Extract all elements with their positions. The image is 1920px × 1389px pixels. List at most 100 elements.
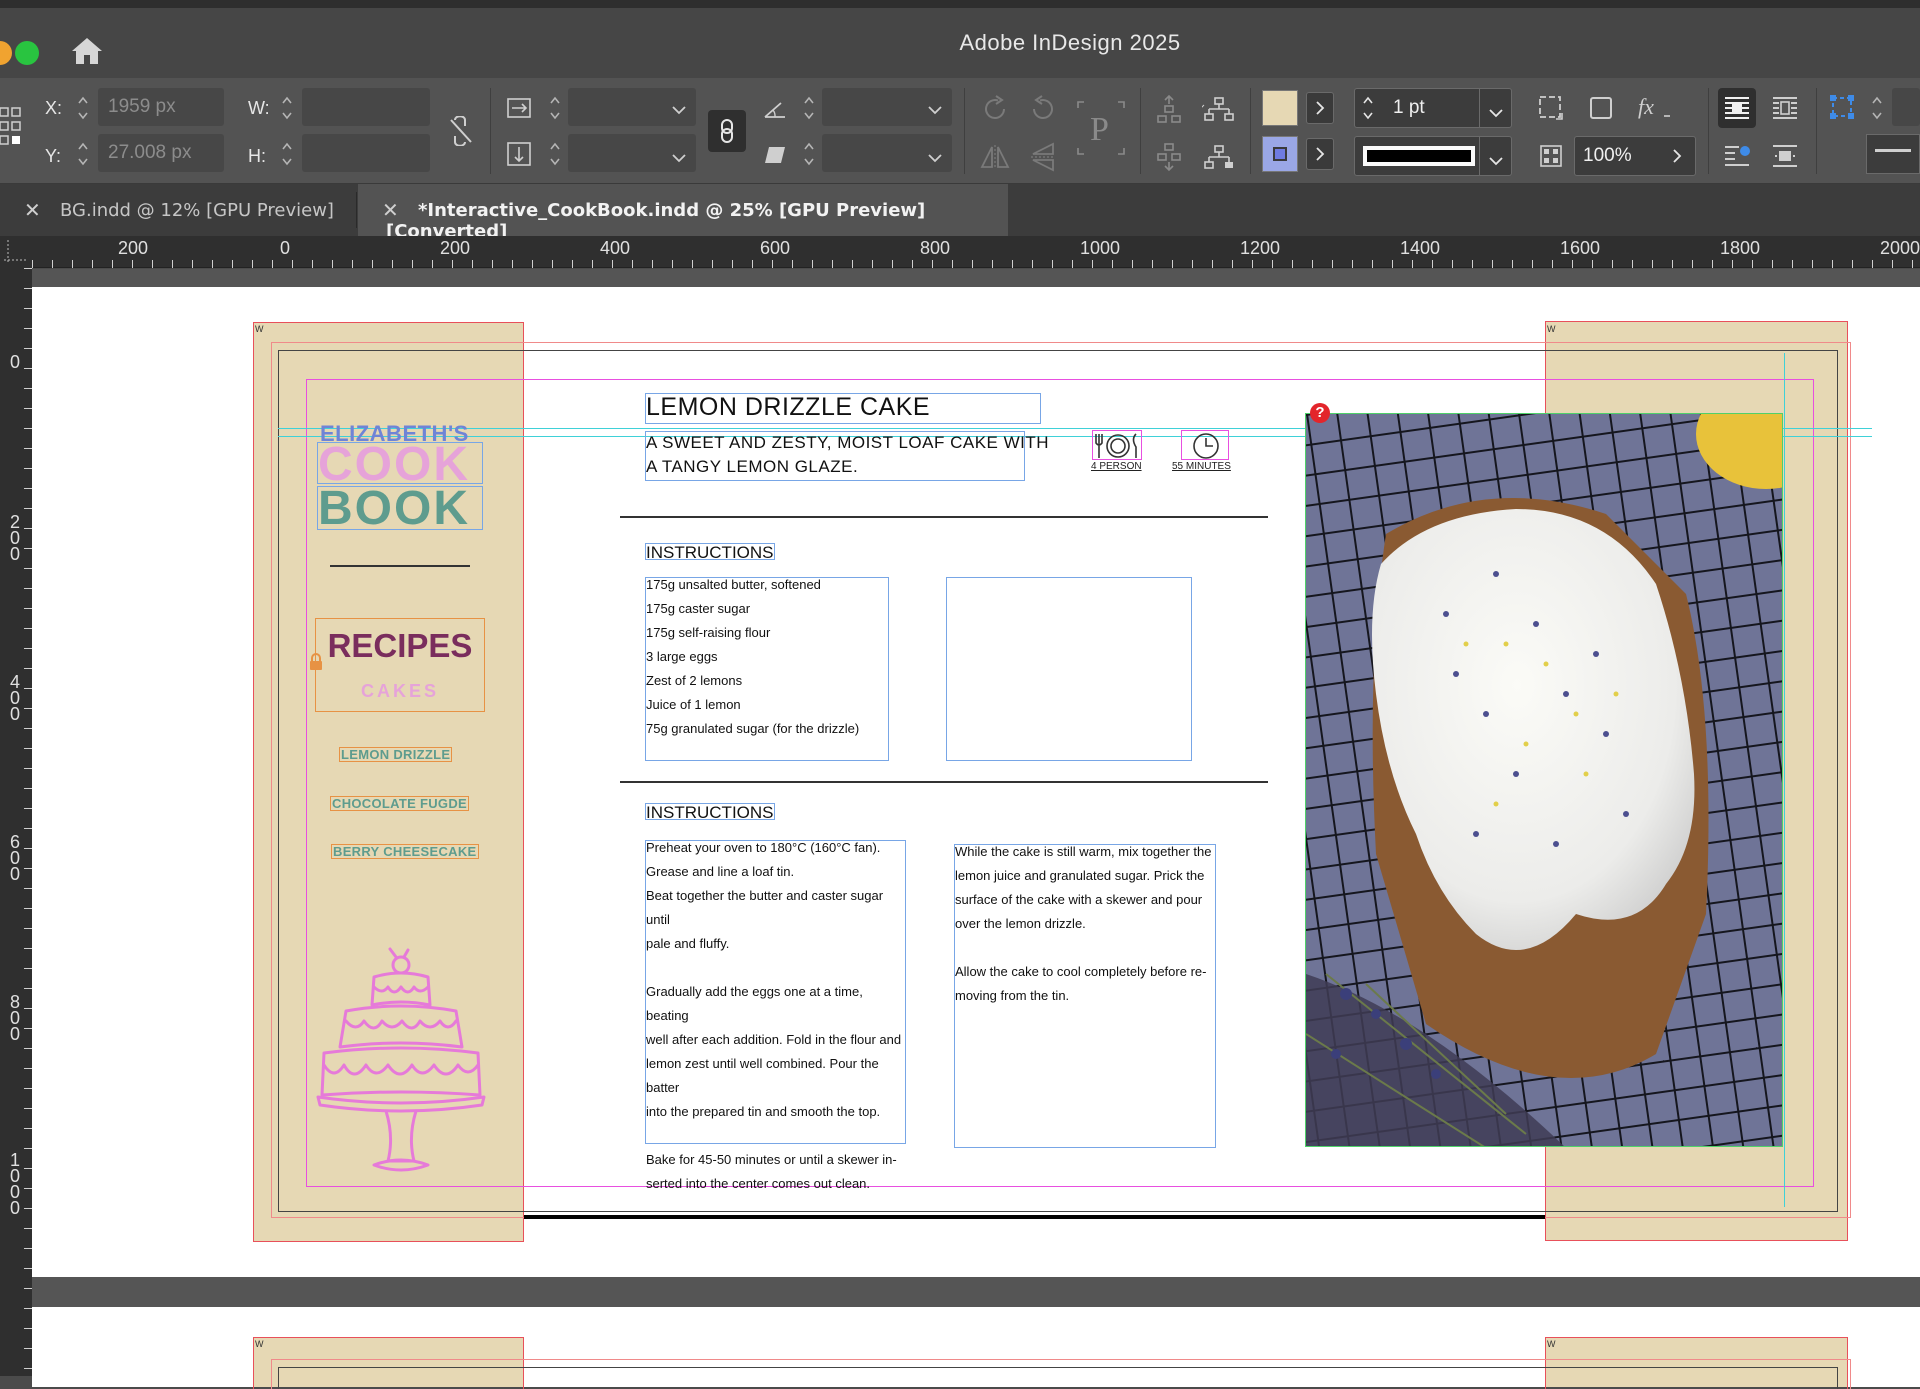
ingredient-item: 75g granulated sugar (for the drizzle) [646,721,860,736]
tab-interactive-cookbook[interactable]: ✕ *Interactive_CookBook.indd @ 25% [GPU … [358,184,1008,242]
shear-stepper[interactable] [800,136,818,172]
ruler-label: 600 [760,238,791,258]
chevron-down-icon[interactable] [1489,103,1503,122]
y-stepper[interactable] [74,136,92,172]
text-wrap-object-shape-icon[interactable] [1718,136,1756,176]
close-icon[interactable]: ✕ [382,198,399,222]
text-wrap-bounding-box-icon[interactable] [1766,88,1804,128]
method-line: surface of the cake with a skewer and po… [955,892,1203,907]
ruler-label: 2 0 0 [9,512,20,564]
stroke-menu-chevron-icon[interactable] [1306,138,1334,170]
ingredients-list: 175g unsalted butter, softened 175g cast… [646,573,886,741]
pasteboard[interactable]: W W ELIZABETH'S COOK BOOK RECIPES CAKES … [32,269,1920,1389]
category-label: CAKES [360,681,439,701]
text-wrap-jump-object-icon[interactable] [1766,136,1804,176]
rotate-clockwise-icon[interactable] [978,92,1012,126]
fill-menu-chevron-icon[interactable] [1306,92,1334,124]
select-previous-object-icon[interactable] [1200,92,1238,126]
document-spread[interactable]: W W ELIZABETH'S COOK BOOK RECIPES CAKES … [32,287,1920,1277]
height-field[interactable] [302,134,430,172]
minimize-window-button[interactable] [0,41,12,65]
w-stepper[interactable] [278,90,296,126]
shear-icon [760,142,790,168]
close-icon[interactable]: ✕ [24,198,41,222]
effects-fx-icon[interactable]: fx [1634,90,1678,126]
flip-horizontal-icon[interactable] [978,140,1012,174]
auto-fit-icon[interactable] [1826,90,1858,124]
gutter-field[interactable] [1892,88,1920,126]
ruler-label: 800 [920,238,951,258]
chevron-down-icon[interactable] [672,100,686,119]
brand-line3[interactable]: BOOK [317,485,483,533]
ruler-label: 400 [600,238,631,258]
method-line [646,956,906,980]
select-container-icon[interactable] [1152,92,1186,126]
scale-x-stepper[interactable] [546,90,564,126]
flip-vertical-icon[interactable] [1026,140,1060,174]
chevron-down-icon[interactable] [928,100,942,119]
tab-bg-indd[interactable]: ✕ BG.indd @ 12% [GPU Preview] [0,184,356,236]
rotation-stepper[interactable] [800,90,818,126]
x-stepper[interactable] [74,90,92,126]
opacity-menu-chevron-icon[interactable] [1662,138,1692,174]
home-icon[interactable] [70,36,104,66]
ruler-label: 1600 [1560,238,1601,258]
corner-options-icon[interactable] [1534,90,1568,126]
document-tabs: ✕ BG.indd @ 12% [GPU Preview] ✕ *Interac… [0,184,1920,242]
reference-point-icon[interactable] [0,106,24,152]
h-stepper[interactable] [278,136,296,172]
vertical-ruler[interactable]: 0 2 0 0 4 0 0 6 0 0 8 0 0 1 0 0 0 [0,268,32,1376]
section-rule [620,781,1268,783]
y-position-field[interactable]: 27.008 px [98,134,224,172]
scale-x-icon [505,94,533,122]
fill-swatch[interactable] [1262,90,1298,126]
cake-illustration[interactable] [316,947,486,1173]
frame-icon[interactable] [1584,90,1618,126]
recipe-title[interactable]: LEMON DRIZZLE CAKE [646,393,930,422]
width-field[interactable] [302,88,430,126]
missing-link-warning-icon[interactable]: ? [1310,403,1330,423]
method-line: While the cake is still warm, mix togeth… [955,844,1212,859]
constrain-scale-link-icon[interactable] [708,110,746,152]
rotate-counterclockwise-icon[interactable] [1026,92,1060,126]
x-label: X: [45,98,63,118]
ruler-label: 200 [440,238,471,258]
select-content-icon[interactable] [1152,140,1186,174]
stroke-swatch[interactable] [1262,136,1298,172]
method-heading[interactable]: INSTRUCTIONS [645,803,775,821]
ruler-origin[interactable] [0,236,32,268]
cake-photo[interactable] [1305,413,1783,1147]
method-line: lemon zest until well combined. Pour the… [646,1056,879,1095]
ingredient-item: 175g self-raising flour [646,625,771,640]
method-line: into the prepared tin and smooth the top… [646,1104,881,1119]
title-bar: Adobe InDesign 2025 [0,0,1920,78]
horizontal-ruler[interactable]: 200 0 200 400 600 800 1000 1200 1400 160… [32,236,1920,268]
gutter-stepper[interactable] [1868,90,1886,126]
zoom-window-button[interactable] [15,41,39,65]
ruler-label: 4 0 0 [9,672,20,724]
method-line: well after each addition. Fold in the fl… [646,1032,902,1047]
scale-y-stepper[interactable] [546,136,564,172]
nav-link-chocolate-fudge[interactable]: CHOCOLATE FUGDE [330,796,469,811]
chevron-down-icon[interactable] [1489,151,1503,170]
paragraph-p-icon[interactable]: P [1076,100,1126,156]
stroke-preview-field[interactable] [1866,134,1920,174]
nav-link-berry-cheesecake[interactable]: BERRY CHEESECAKE [331,844,479,859]
ruler-label: 1400 [1400,238,1441,258]
chevron-down-icon[interactable] [672,148,686,167]
stroke-type-select[interactable] [1354,136,1512,176]
constrain-proportions-icon[interactable] [446,114,476,148]
stroke-weight-control[interactable]: 1 pt [1354,88,1512,128]
brand-line2[interactable]: COOK [317,441,483,489]
plate-cutlery-icon[interactable] [1092,430,1142,460]
chevron-down-icon[interactable] [928,148,942,167]
nav-link-lemon-drizzle[interactable]: LEMON DRIZZLE [339,747,453,762]
select-next-object-icon[interactable] [1200,140,1238,174]
empty-text-frame[interactable] [946,577,1192,761]
ingredients-heading[interactable]: INSTRUCTIONS [645,543,775,561]
document-spread-2[interactable]: W W [32,1307,1920,1389]
page-marker: W [1547,324,1556,334]
text-wrap-none-icon[interactable] [1718,88,1756,128]
clock-icon[interactable] [1181,430,1229,460]
x-position-field[interactable]: 1959 px [98,88,224,126]
